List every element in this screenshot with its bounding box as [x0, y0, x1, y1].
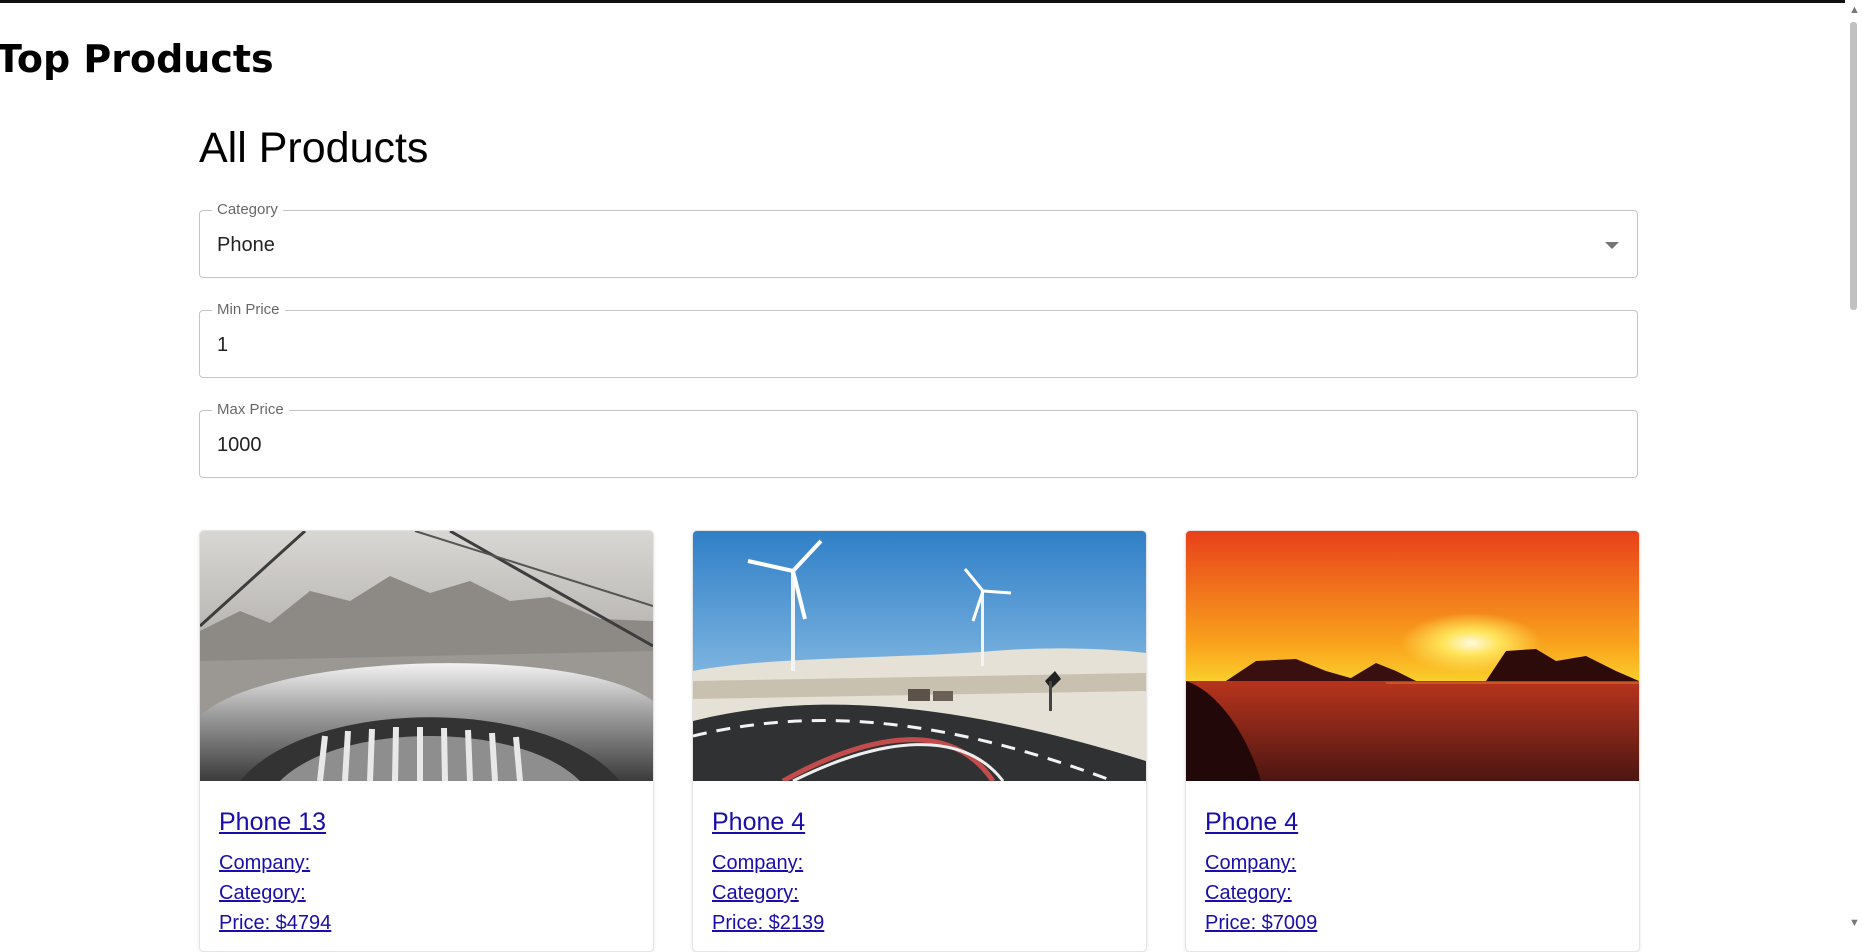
product-image [200, 531, 653, 781]
max-price-field[interactable]: Max Price 1000 [199, 401, 1638, 478]
product-image [1186, 531, 1639, 781]
product-image [693, 531, 1146, 781]
product-name-link[interactable]: Phone 4 [1205, 807, 1298, 837]
product-card[interactable]: Phone 13 Company: Category: Price: $4794 [199, 530, 654, 952]
vertical-scrollbar[interactable]: ▲ ▼ [1845, 0, 1862, 935]
product-category-link[interactable]: Category: [1205, 881, 1292, 905]
page-title: Top Products [0, 37, 274, 81]
category-value: Phone [217, 234, 275, 256]
max-price-value: 1000 [217, 434, 262, 456]
product-company-link[interactable]: Company: [219, 851, 310, 875]
product-price-link[interactable]: Price: $2139 [712, 911, 824, 935]
product-name-link[interactable]: Phone 13 [219, 807, 326, 837]
product-category-link[interactable]: Category: [712, 881, 799, 905]
top-border [0, 0, 1862, 3]
arrow-up-icon[interactable]: ▲ [1849, 4, 1860, 16]
min-price-field[interactable]: Min Price 1 [199, 301, 1638, 378]
product-card[interactable]: Phone 4 Company: Category: Price: $2139 [692, 530, 1147, 952]
product-company-link[interactable]: Company: [1205, 851, 1296, 875]
product-card[interactable]: Phone 4 Company: Category: Price: $7009 [1185, 530, 1640, 952]
scrollbar-thumb[interactable] [1850, 22, 1857, 310]
product-price-link[interactable]: Price: $4794 [219, 911, 331, 935]
chevron-down-icon[interactable] [1605, 242, 1619, 249]
product-name-link[interactable]: Phone 4 [712, 807, 805, 837]
min-price-value: 1 [217, 334, 229, 356]
product-category-link[interactable]: Category: [219, 881, 306, 905]
product-price-link[interactable]: Price: $7009 [1205, 911, 1317, 935]
product-company-link[interactable]: Company: [712, 851, 803, 875]
section-title: All Products [199, 124, 429, 172]
category-select[interactable]: Category Phone [199, 201, 1638, 278]
arrow-down-icon[interactable]: ▼ [1849, 917, 1860, 929]
